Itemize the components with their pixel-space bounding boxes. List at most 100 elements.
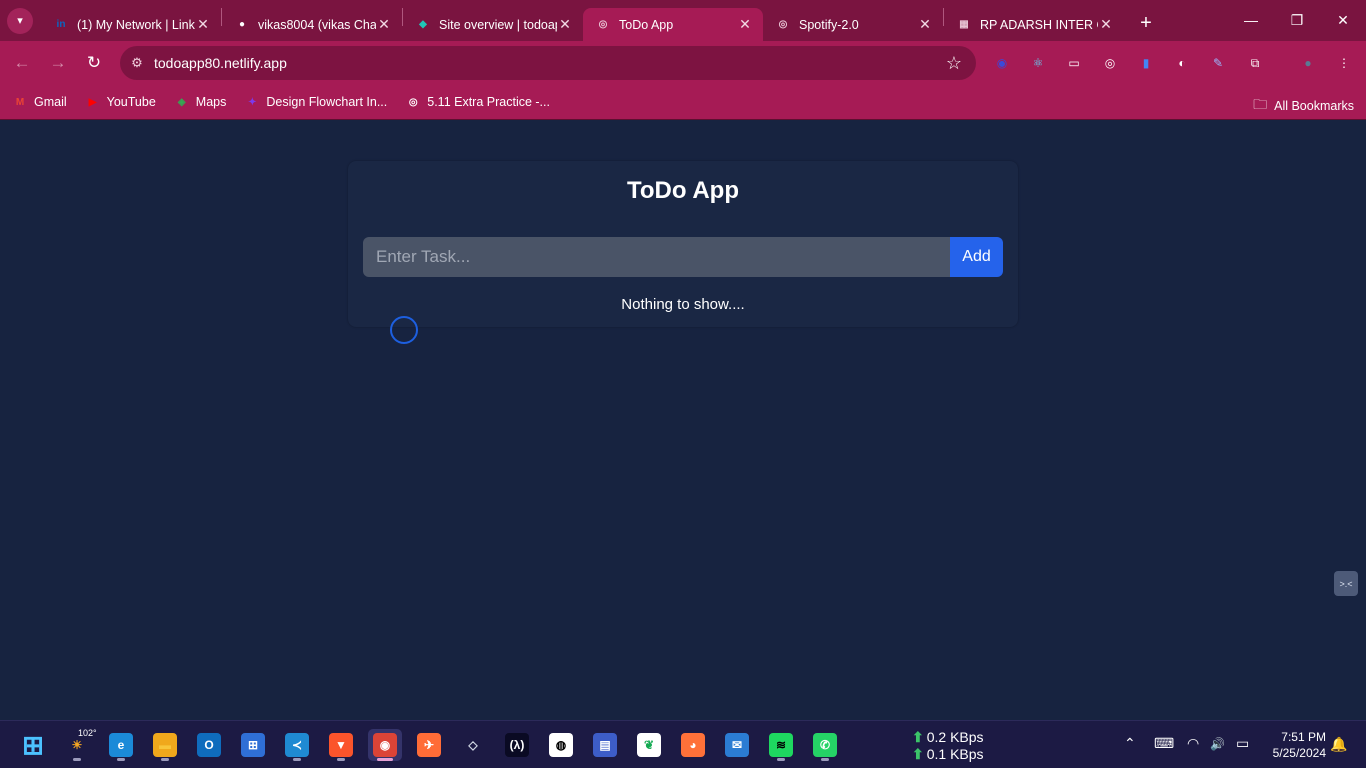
- upload-speed-value: 0.2 KBps: [926, 729, 984, 745]
- phantom-icon[interactable]: ◐: [1172, 53, 1192, 73]
- youtube-icon: ▶: [88, 96, 97, 108]
- running-indicator: [377, 758, 393, 761]
- site-info-icon[interactable]: ⚙: [120, 55, 154, 71]
- taskbar-app-notebook-app[interactable]: ▤: [588, 729, 622, 761]
- taskbar-app-edge[interactable]: e: [104, 729, 138, 761]
- docs-extension-icon[interactable]: ▮: [1136, 53, 1156, 73]
- tab-search-button[interactable]: ▾: [7, 7, 33, 34]
- bookmark-item[interactable]: ✦ Design Flowchart In...: [244, 94, 387, 110]
- running-indicator: [337, 758, 345, 761]
- network-speed: ⬆ 0.2 KBps ⬆ 0.1 KBps: [912, 729, 984, 763]
- brave-icon: ▼: [329, 733, 353, 757]
- tab-close-icon[interactable]: ✕: [557, 16, 573, 33]
- tab-4[interactable]: ◎ Spotify-2.0 ✕: [763, 8, 943, 41]
- bookmark-label: YouTube: [106, 95, 156, 109]
- react-devtools-icon[interactable]: ⚛: [1028, 53, 1048, 73]
- bookmark-label: Maps: [195, 95, 227, 109]
- show-hidden-icons-button[interactable]: ⌃: [1124, 735, 1136, 752]
- battery-icon[interactable]: ▭: [1236, 735, 1249, 752]
- all-bookmarks-button[interactable]: 🗀 All Bookmarks: [1253, 94, 1354, 118]
- tab-5[interactable]: ▦ RP ADARSH INTER COLLEGE✕: [944, 8, 1124, 41]
- tab-strip: ▾ in(1) My Network | LinkedIn✕●vikas8004…: [0, 0, 1366, 41]
- task-input[interactable]: [363, 237, 950, 277]
- taskbar-app-mail[interactable]: ✉: [720, 729, 754, 761]
- floating-widget-button[interactable]: >.<: [1334, 571, 1358, 596]
- tab-list: in(1) My Network | LinkedIn✕●vikas8004 (…: [41, 0, 1124, 41]
- picture-in-picture-icon[interactable]: ▭: [1064, 53, 1084, 73]
- tab-2[interactable]: ◆ Site overview | todoapp80✕: [403, 8, 583, 41]
- taskbar-app-file-explorer[interactable]: ▬: [148, 729, 182, 761]
- tab-close-icon[interactable]: ✕: [1098, 16, 1114, 33]
- puzzle-extensions-icon[interactable]: ⧉: [1245, 53, 1265, 73]
- gmail-icon: M: [15, 96, 25, 108]
- new-tab-button[interactable]: +: [1132, 10, 1160, 38]
- taskbar-app-layers-app[interactable]: ◇: [456, 729, 490, 761]
- tab-close-icon[interactable]: ✕: [737, 16, 753, 33]
- bookmark-star-icon[interactable]: ☆: [946, 53, 962, 74]
- bookmark-label: Gmail: [34, 95, 67, 109]
- upload-arrow-icon: ⬆: [912, 729, 924, 745]
- clock-time: 7:51 PM: [1281, 730, 1326, 744]
- edge-icon: e: [109, 733, 133, 757]
- keyboard-icon[interactable]: ⌨: [1154, 735, 1174, 752]
- tab-close-icon[interactable]: ✕: [917, 16, 933, 33]
- taskbar-app-microsoft-store[interactable]: ⊞: [236, 729, 270, 761]
- mail-icon: ✉: [725, 733, 749, 757]
- bookmark-item[interactable]: ◎ 5.11 Extra Practice -...: [405, 94, 550, 110]
- taskbar-app-firefox[interactable]: ◕: [676, 729, 710, 761]
- minimize-button[interactable]: —: [1228, 0, 1274, 40]
- tab-close-icon[interactable]: ✕: [376, 16, 392, 33]
- clock[interactable]: 7:51 PM 5/25/2024: [1262, 729, 1326, 761]
- back-button[interactable]: ←: [4, 45, 40, 81]
- running-indicator: [73, 758, 81, 761]
- firefox-icon: ◕: [681, 733, 705, 757]
- bookmark-item[interactable]: ▶ YouTube: [85, 94, 156, 110]
- globe-icon: ◎: [778, 19, 788, 30]
- mongodb-compass-icon: ❦: [637, 733, 661, 757]
- bookmark-item[interactable]: M Gmail: [12, 94, 67, 110]
- taskbar-app-mongodb-compass[interactable]: ❦: [632, 729, 666, 761]
- tab-0[interactable]: in (1) My Network | LinkedIn✕: [41, 8, 221, 41]
- layers-app-icon: ◇: [468, 738, 478, 752]
- taskbar-app-brave[interactable]: ▼: [324, 729, 358, 761]
- address-bar[interactable]: ⚙ todoapp80.netlify.app ☆: [120, 46, 976, 80]
- add-task-button[interactable]: Add: [950, 237, 1003, 277]
- notification-bell-icon[interactable]: 🔔: [1330, 736, 1347, 753]
- file-explorer-icon: ▬: [153, 733, 177, 757]
- tab-1[interactable]: ● vikas8004 (vikas Chauhan)✕: [222, 8, 402, 41]
- taskbar-app-vscode[interactable]: ≺: [280, 729, 314, 761]
- bookmark-item[interactable]: ◈ Maps: [174, 94, 227, 110]
- chrome-menu-icon[interactable]: ⋮: [1334, 53, 1354, 73]
- upload-speed: ⬆ 0.2 KBps: [912, 729, 984, 746]
- window-close-button[interactable]: ✕: [1320, 0, 1366, 40]
- url-text[interactable]: todoapp80.netlify.app: [154, 55, 287, 71]
- taskbar-app-spotify[interactable]: ≋: [764, 729, 798, 761]
- taskbar-app-whatsapp[interactable]: ✆: [808, 729, 842, 761]
- restore-button[interactable]: ❐: [1274, 0, 1320, 40]
- taskbar-app-start-button[interactable]: ⊞: [16, 729, 50, 761]
- taskbar-app-outlook[interactable]: O: [192, 729, 226, 761]
- reload-button[interactable]: ↻: [76, 45, 112, 81]
- extension-circle-icon[interactable]: ◉: [992, 53, 1012, 73]
- tab-3[interactable]: ◎ ToDo App ✕: [583, 8, 763, 41]
- record-icon[interactable]: ◎: [1100, 53, 1120, 73]
- click-indicator-icon: [390, 316, 418, 344]
- color-picker-icon[interactable]: ✎: [1208, 53, 1228, 73]
- weather-temp: 102°: [78, 728, 97, 738]
- taskbar-app-freecodecamp[interactable]: (λ): [500, 729, 534, 761]
- forward-button[interactable]: →: [40, 45, 76, 81]
- bookmark-label: 5.11 Extra Practice -...: [427, 95, 550, 109]
- taskbar-app-weather[interactable]: ☀ 102°: [60, 728, 97, 761]
- taskbar-app-linux-app[interactable]: ◍: [544, 729, 578, 761]
- globe-icon: ◎: [408, 96, 418, 108]
- download-speed: ⬆ 0.1 KBps: [912, 746, 984, 763]
- netlify-icon: ◆: [419, 19, 427, 30]
- taskbar-app-postman[interactable]: ✈: [412, 729, 446, 761]
- volume-icon[interactable]: 🔊: [1210, 737, 1225, 751]
- wifi-icon[interactable]: ◠: [1187, 735, 1199, 752]
- notebook-app-icon: ▤: [593, 733, 617, 757]
- start-button-icon: ⊞: [22, 729, 44, 760]
- tab-close-icon[interactable]: ✕: [195, 16, 211, 33]
- taskbar-app-chrome[interactable]: ◉: [368, 729, 402, 761]
- profile-avatar-icon[interactable]: ●: [1298, 53, 1318, 73]
